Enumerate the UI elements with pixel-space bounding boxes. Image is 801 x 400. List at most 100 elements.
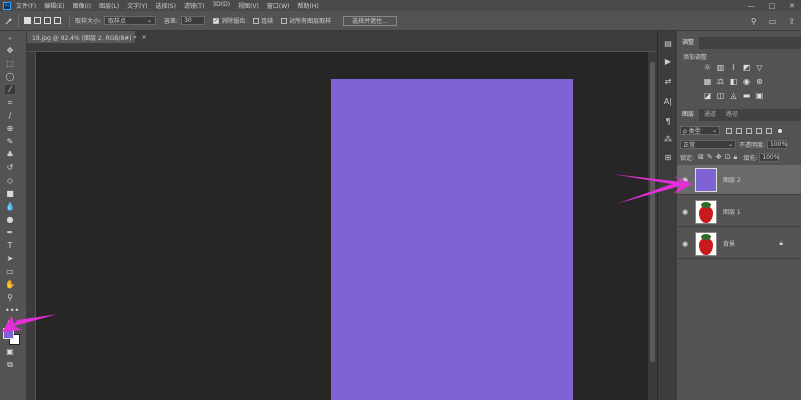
add-selection-icon[interactable] <box>34 17 41 24</box>
crop-tool-icon[interactable]: ⌗ <box>5 98 15 107</box>
search-icon[interactable]: ⚲ <box>751 17 757 26</box>
brightness-icon[interactable]: ☼ <box>703 64 712 72</box>
workspace-icon[interactable]: ▭ <box>769 17 777 26</box>
share-icon[interactable]: ⇪ <box>788 17 795 26</box>
vertical-scrollbar[interactable] <box>648 52 657 400</box>
dodge-tool-icon[interactable]: ● <box>5 215 15 224</box>
tolerance-input[interactable]: 30 <box>181 16 206 25</box>
exposure-icon[interactable]: ◩ <box>742 64 751 72</box>
contiguous-checkbox[interactable] <box>253 17 260 24</box>
antialias-option[interactable]: ✓ 消除锯齿 <box>213 16 245 25</box>
layer-row-background[interactable]: ◉ 背景 🔒︎ <box>677 229 801 259</box>
blend-mode-select[interactable]: 正常 ⌄ <box>680 140 736 149</box>
intersect-selection-icon[interactable] <box>54 17 61 24</box>
stamp-tool-icon[interactable]: ♣ <box>5 150 15 159</box>
color-balance-icon[interactable]: ⚖ <box>716 78 725 86</box>
adjust-panel-icon[interactable]: ⇄ <box>663 77 673 86</box>
menu-select[interactable]: 选择(S) <box>155 1 176 10</box>
layer-row-layer2[interactable]: ◉ 图层 2 <box>677 165 801 195</box>
menu-type[interactable]: 文字(Y) <box>127 1 147 10</box>
menu-view[interactable]: 视图(V) <box>238 1 259 10</box>
lock-artboard-icon[interactable]: ⊡ <box>725 153 731 162</box>
menu-layer[interactable]: 图层(L) <box>99 1 119 10</box>
menu-filter[interactable]: 滤镜(T) <box>184 1 204 10</box>
document-canvas[interactable] <box>331 79 573 400</box>
select-and-mask-button[interactable]: 选择并遮住... <box>343 15 397 26</box>
brush-tool-icon[interactable]: ✎ <box>5 137 15 146</box>
black-white-icon[interactable]: ◧ <box>729 78 738 86</box>
maximize-button[interactable]: □ <box>769 2 776 10</box>
tab-paths[interactable]: 路径 <box>721 109 743 121</box>
lock-position-icon[interactable]: ✥ <box>716 153 722 162</box>
subtract-selection-icon[interactable] <box>44 17 51 24</box>
lock-all-icon[interactable]: 🔒︎ <box>734 153 738 162</box>
history-panel-icon[interactable]: ▤ <box>663 39 673 48</box>
collapse-toolbar-icon[interactable]: » <box>5 35 15 44</box>
rectangle-tool-icon[interactable]: ▭ <box>5 267 15 276</box>
channel-mixer-icon[interactable]: ⊛ <box>755 78 764 86</box>
antialias-checkbox[interactable]: ✓ <box>213 17 220 24</box>
character-panel-icon[interactable]: ⊞ <box>663 153 673 162</box>
invert-icon[interactable]: ◪ <box>703 92 712 100</box>
menu-window[interactable]: 窗口(W) <box>267 1 290 10</box>
history-brush-icon[interactable]: ↺ <box>5 163 15 172</box>
play-action-icon[interactable]: ▶ <box>663 57 673 66</box>
quick-mask-icon[interactable]: ▣ <box>5 347 15 356</box>
canvas-area[interactable] <box>36 52 648 400</box>
layer-row-layer1[interactable]: ◉ 图层 1 <box>677 197 801 227</box>
vibrance-icon[interactable]: ▽ <box>755 64 764 72</box>
scrollbar-thumb[interactable] <box>650 62 655 362</box>
menu-3d[interactable]: 3D(D) <box>212 1 230 10</box>
lock-paint-icon[interactable]: ✎ <box>707 153 713 162</box>
shape-filter-icon[interactable] <box>756 127 762 134</box>
magic-wand-tool-icon[interactable]: ⁄ <box>5 85 15 94</box>
gradient-tool-icon[interactable]: ■ <box>5 189 15 198</box>
brush-settings-icon[interactable]: ⁂ <box>663 135 673 144</box>
eyedropper-tool-icon[interactable] <box>5 17 13 25</box>
photo-filter-icon[interactable]: ◉ <box>742 78 751 86</box>
selective-color-icon[interactable]: ▣ <box>755 92 764 100</box>
hand-tool-icon[interactable]: ✋ <box>5 280 15 289</box>
all-layers-option[interactable]: 对所有图层取样 <box>281 16 331 25</box>
screen-mode-icon[interactable]: ⧉ <box>5 360 15 369</box>
healing-brush-icon[interactable]: ⊕ <box>5 124 15 133</box>
lock-pixels-icon[interactable]: ⊠ <box>698 153 704 162</box>
filter-toggle[interactable] <box>778 128 782 133</box>
hue-saturation-icon[interactable]: ▦ <box>703 78 712 86</box>
pixel-filter-icon[interactable] <box>726 127 732 134</box>
type-tool-icon[interactable]: T <box>5 241 15 250</box>
pen-tool-icon[interactable]: ✒ <box>5 228 15 237</box>
move-tool-icon[interactable]: ✥ <box>5 46 15 55</box>
document-tab[interactable]: 18.jpg @ 92.4% (图层 2, RGB/8#) * × <box>27 31 147 43</box>
threshold-icon[interactable]: ◬ <box>729 92 738 100</box>
tab-adjustments[interactable]: 调整 <box>677 37 700 49</box>
layer-filter-select[interactable]: ρ 类型 ⌄ <box>680 126 720 135</box>
marquee-tool-icon[interactable]: ⬚ <box>5 59 15 68</box>
blur-tool-icon[interactable]: 💧 <box>5 202 15 211</box>
sample-size-select[interactable]: 取样点 ⌄ <box>104 16 157 25</box>
all-layers-checkbox[interactable] <box>281 17 288 24</box>
menu-image[interactable]: 图像(I) <box>73 1 91 10</box>
lasso-tool-icon[interactable]: ◯ <box>5 72 15 81</box>
fill-input[interactable]: 100% <box>759 153 779 162</box>
opacity-input[interactable]: 100% <box>767 140 787 149</box>
eye-icon[interactable]: ◉ <box>681 208 689 216</box>
minimize-button[interactable]: — <box>748 2 755 10</box>
tab-layers[interactable]: 图层 <box>677 109 700 121</box>
adjustment-filter-icon[interactable] <box>736 127 742 134</box>
posterize-icon[interactable]: ◫ <box>716 92 725 100</box>
tab-channels[interactable]: 通道 <box>699 109 721 121</box>
eye-icon[interactable]: ◉ <box>681 240 689 248</box>
menu-file[interactable]: 文件(F) <box>16 1 36 10</box>
path-selection-icon[interactable]: ➤ <box>5 254 15 263</box>
paragraph-panel-icon[interactable]: ¶ <box>663 117 673 126</box>
contiguous-option[interactable]: 连续 <box>253 16 273 25</box>
levels-icon[interactable]: ▥ <box>716 64 725 72</box>
curves-icon[interactable]: ⌇ <box>729 64 738 72</box>
properties-panel-icon[interactable]: A| <box>663 97 673 106</box>
close-button[interactable]: ✕ <box>789 2 795 10</box>
new-selection-icon[interactable] <box>24 17 31 24</box>
menu-edit[interactable]: 编辑(E) <box>44 1 64 10</box>
type-filter-icon[interactable] <box>746 127 752 134</box>
menu-help[interactable]: 帮助(H) <box>298 1 319 10</box>
